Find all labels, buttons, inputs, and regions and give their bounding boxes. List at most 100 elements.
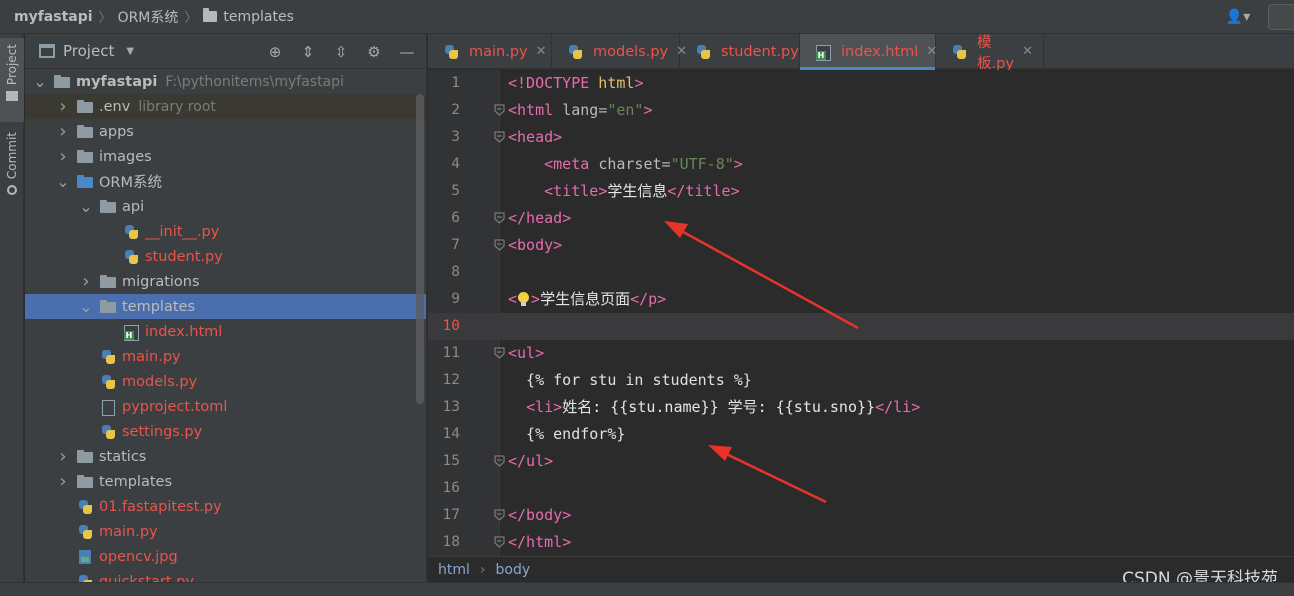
project-panel-title[interactable]: Project	[63, 42, 114, 60]
hide-panel-icon[interactable]: —	[396, 43, 418, 61]
tree-item[interactable]: main.py	[25, 519, 426, 544]
tab-student-py[interactable]: student.py✕	[680, 34, 818, 69]
tree-item[interactable]: student.py	[25, 244, 426, 269]
breadcrumb-current[interactable]: templates	[223, 9, 294, 25]
tree-item[interactable]: quickstart.py	[25, 569, 426, 583]
tree-item-label: student.py	[145, 248, 223, 265]
chevron-down-icon[interactable]: ⌄	[79, 298, 93, 314]
tree-item[interactable]: __init__.py	[25, 219, 426, 244]
code-text: < >学生信息页面</p>	[508, 290, 667, 308]
tab--py[interactable]: 模板.py ✕	[936, 34, 1044, 72]
tree-item-label: __init__.py	[145, 223, 220, 240]
tree-item[interactable]: 01.fastapitest.py	[25, 494, 426, 519]
fold-marker-icon[interactable]	[494, 239, 505, 251]
code-line[interactable]: 4 <meta charset="UTF-8">	[428, 151, 1294, 178]
code-line[interactable]: 11 <ul>	[428, 340, 1294, 367]
chevron-down-icon[interactable]: ▼	[126, 46, 134, 57]
tree-item[interactable]: › migrations	[25, 269, 426, 294]
tree-item[interactable]: › apps	[25, 119, 426, 144]
code-editor[interactable]: 1 <!DOCTYPE html> 2 <html lang="en"> 3 <head>…	[428, 70, 1294, 556]
line-number: 16	[442, 480, 460, 496]
code-line[interactable]: 1 <!DOCTYPE html>	[428, 70, 1294, 97]
chevron-right-icon[interactable]: ›	[79, 271, 93, 292]
tree-item[interactable]: ⌄ api	[25, 194, 426, 219]
chevron-right-icon[interactable]: ›	[56, 121, 70, 142]
tree-item[interactable]: models.py	[25, 369, 426, 394]
tree-item[interactable]: index.html	[25, 319, 426, 344]
project-scrollbar[interactable]	[416, 94, 424, 404]
fold-marker-icon[interactable]	[494, 212, 505, 224]
gear-icon[interactable]: ⚙	[363, 43, 385, 61]
line-number: 1	[451, 75, 460, 91]
python-run-config-button[interactable]	[1268, 4, 1294, 30]
code-line[interactable]: 5 <title>学生信息</title>	[428, 178, 1294, 205]
tree-item[interactable]: › .env library root	[25, 94, 426, 119]
fold-marker-icon[interactable]	[494, 104, 505, 116]
tree-item[interactable]: ⌄ ORM系统	[25, 169, 426, 194]
code-line[interactable]: 16	[428, 475, 1294, 502]
tree-item[interactable]: main.py	[25, 344, 426, 369]
tree-item[interactable]: pyproject.toml	[25, 394, 426, 419]
breadcrumb-folder[interactable]: ORM系统	[118, 7, 179, 27]
intention-bulb-icon[interactable]	[517, 292, 530, 307]
python-file-icon	[76, 524, 94, 539]
fold-marker-icon[interactable]	[494, 509, 505, 521]
code-line[interactable]: 15 </ul>	[428, 448, 1294, 475]
code-line[interactable]: 13 <li>姓名: {{stu.name}} 学号: {{stu.sno}}<…	[428, 394, 1294, 421]
chevron-down-icon[interactable]: ⌄	[56, 173, 70, 189]
fold-marker-icon[interactable]	[494, 131, 505, 143]
code-text: <head>	[508, 128, 563, 146]
code-line[interactable]: 3 <head>	[428, 124, 1294, 151]
tree-item[interactable]: opencv.jpg	[25, 544, 426, 569]
chevron-down-icon[interactable]: ⌄	[79, 198, 93, 214]
expand-all-icon[interactable]: ⇕	[297, 43, 319, 61]
project-window-icon	[39, 44, 55, 58]
close-icon[interactable]: ✕	[536, 44, 547, 59]
fold-marker-icon[interactable]	[494, 347, 505, 359]
code-line[interactable]: 14 {% endfor%}	[428, 421, 1294, 448]
code-line[interactable]: 7 <body>	[428, 232, 1294, 259]
close-icon[interactable]: ✕	[1022, 44, 1033, 59]
editor-breadcrumb-html[interactable]: html	[438, 562, 470, 578]
fold-marker-icon[interactable]	[494, 536, 505, 548]
tree-item-label: quickstart.py	[99, 573, 194, 583]
tree-item[interactable]: ⌄ myfastapi F:\pythonitems\myfastapi	[25, 69, 426, 94]
code-text: <!DOCTYPE html>	[508, 74, 644, 92]
code-line[interactable]: 6 </head>	[428, 205, 1294, 232]
user-icon[interactable]: 👤▾	[1218, 5, 1258, 29]
code-line[interactable]: 9 < >学生信息页面</p>	[428, 286, 1294, 313]
code-line[interactable]: 18 </html>	[428, 529, 1294, 556]
code-line[interactable]: 2 <html lang="en">	[428, 97, 1294, 124]
code-line[interactable]: 10	[428, 313, 1294, 340]
tree-item[interactable]: › templates	[25, 469, 426, 494]
fold-marker-icon[interactable]	[494, 455, 505, 467]
tree-item[interactable]: ⌄ templates	[25, 294, 426, 319]
tree-item-path: F:\pythonitems\myfastapi	[165, 73, 344, 90]
code-line[interactable]: 8	[428, 259, 1294, 286]
chevron-right-icon[interactable]: ›	[56, 446, 70, 467]
editor-breadcrumb-body[interactable]: body	[496, 562, 531, 578]
code-line[interactable]: 12 {% for stu in students %}	[428, 367, 1294, 394]
code-line[interactable]: 17 </body>	[428, 502, 1294, 529]
tab-models-py[interactable]: models.py ✕	[552, 34, 687, 69]
code-text: <li>姓名: {{stu.name}} 学号: {{stu.sno}}</li…	[526, 398, 921, 416]
locate-file-icon[interactable]: ⊕	[264, 43, 286, 61]
tab-label: main.py	[469, 43, 528, 60]
tree-item-label: models.py	[122, 373, 198, 390]
tree-item[interactable]: › images	[25, 144, 426, 169]
chevron-right-icon[interactable]: ›	[56, 471, 70, 492]
chevron-right-icon[interactable]: ›	[56, 96, 70, 117]
code-text: {% for stu in students %}	[508, 371, 752, 389]
chevron-right-icon[interactable]: ›	[56, 146, 70, 167]
tab-main-py[interactable]: main.py ✕	[428, 34, 552, 69]
chevron-down-icon[interactable]: ⌄	[33, 73, 47, 89]
commit-tool-tab[interactable]: Commit	[0, 130, 24, 206]
collapse-all-icon[interactable]: ⇳	[330, 43, 352, 61]
tree-item[interactable]: › statics	[25, 444, 426, 469]
tree-item-label: index.html	[145, 323, 223, 340]
breadcrumb-project[interactable]: myfastapi	[14, 9, 93, 25]
tab-index-html[interactable]: index.html✕	[800, 34, 937, 70]
commit-tool-label: Commit	[5, 132, 19, 180]
project-tool-tab[interactable]: Project	[0, 38, 24, 122]
tree-item[interactable]: settings.py	[25, 419, 426, 444]
